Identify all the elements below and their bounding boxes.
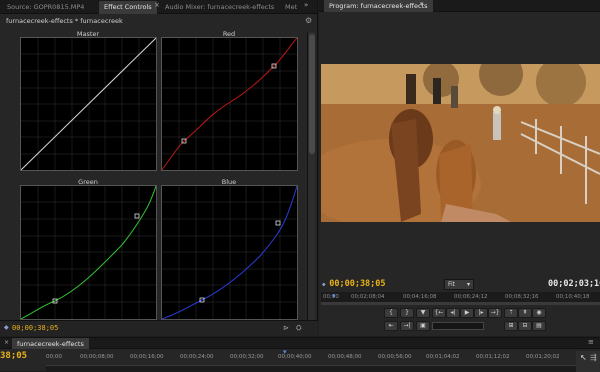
mark-out-button[interactable]: } [400,308,414,318]
playhead-icon[interactable]: ▾ [283,348,287,356]
go-to-in-button[interactable]: {← [432,308,446,318]
left-tab-bar: Source: GOPR0815.MP4 Effect Controls × A… [0,0,317,14]
go-to-out-button[interactable]: →} [488,308,502,318]
timeline-timecode[interactable]: 38;05 [0,351,27,361]
panel-menu-icon[interactable]: ≡ [588,338,594,346]
tools-panel: ↖ ⇶ [576,351,600,372]
program-scrub-bar[interactable] [321,302,600,305]
ruler-tick-label: 00;06;24;12 [454,294,488,300]
effect-controls-panel: Source: GOPR0815.MP4 Effect Controls × A… [0,0,318,336]
play-button[interactable]: ▶ [460,308,474,318]
close-icon[interactable]: × [4,339,9,346]
scroll-thumb[interactable] [309,34,315,154]
red-curve-svg[interactable] [161,37,298,171]
playhead-icon[interactable]: ▾ [332,292,336,300]
tab-timeline-sequence[interactable]: furnacecreek-effects [12,338,89,349]
ruler-tick-label: 00;00;32;00 [230,354,264,360]
zoom-fit-dropdown[interactable]: Fit ▾ [444,279,474,290]
program-tab-bar: Program: furnacecreek-effects ▾ [319,0,600,12]
ruler-tick-label: 00;00;48;00 [328,354,362,360]
ruler-tick-label: 00;08;32;16 [505,294,539,300]
overwrite-button[interactable]: ⊟ [518,321,532,331]
ruler-tick-label: 00;00;24;00 [180,354,214,360]
ruler-tick-label: 00;10;40;18 [556,294,590,300]
settings-icon[interactable]: ⛭ [296,324,302,333]
tab-program[interactable]: Program: furnacecreek-effects [324,0,433,12]
track-select-tool-icon[interactable]: ⇶ [590,353,597,362]
timeline-panel: × furnacecreek-effects ≡ 38;05 00;00 00;… [0,337,600,372]
step-forward-button[interactable]: |▸ [474,308,488,318]
selection-tool-icon[interactable]: ↖ [580,353,587,362]
ruler-tick-label: 00;00;56;00 [378,354,412,360]
blue-curve-graph[interactable] [161,185,298,320]
fit-label: Fit [448,281,456,288]
program-time-ruler[interactable]: 00;00 00;02;08;04 00;04;16;08 00;06;24;1… [321,292,600,302]
panel-options-icon[interactable]: ⚙ [305,16,312,25]
add-marker-button[interactable]: ▼ [416,308,430,318]
program-duration-timecode: 00;02;03;16 [548,279,600,289]
green-curve-line [20,185,157,320]
timeline-time-ruler[interactable]: 00;00 00;00;08;00 00;00;16;00 00;00;24;0… [46,354,576,364]
ruler-tick-label: 00;01;04;02 [426,354,460,360]
program-current-timecode-value: 00;00;38;05 [329,279,386,289]
play-in-to-out-button[interactable]: →| [400,321,414,331]
blue-curve-line [161,185,298,320]
red-curve-graph[interactable] [161,37,298,171]
mark-in-button[interactable]: { [384,308,398,318]
video-scene [321,64,600,222]
ruler-tick-label: 00;01;20;02 [526,354,560,360]
program-current-timecode[interactable]: ◆ 00;00;38;05 [322,279,386,289]
ruler-tick-label: 00;00 [46,354,62,360]
extract-button[interactable]: ⇞ [518,308,532,318]
effect-controls-footer: ◆ 00;00;38;05 ⊳ ⛭ [0,320,318,336]
ruler-tick-label: 00;04;16;08 [403,294,437,300]
green-curve-svg[interactable] [20,185,157,320]
close-icon[interactable]: × [154,1,160,9]
program-video-frame [321,64,600,222]
playhead-marker-icon: ◆ [4,324,9,331]
dropdown-arrow-icon[interactable]: ▾ [420,0,424,8]
jog-shuttle-slider[interactable] [432,322,484,330]
ruler-tick-label: 00;00 [323,294,339,300]
loop-button[interactable]: ⇤ [384,321,398,331]
tab-effect-controls[interactable]: Effect Controls [99,1,157,14]
master-curve-graph[interactable] [20,37,157,171]
export-frame-button[interactable]: ◉ [532,308,546,318]
breadcrumb: furnacecreek-effects * furnacecreek [6,17,123,25]
safe-margins-button[interactable]: ▣ [416,321,430,331]
ruler-tick-label: 00;01;12;02 [476,354,510,360]
lift-button[interactable]: ⇡ [504,308,518,318]
ruler-tick-label: 00;00;08;00 [80,354,114,360]
green-curve-graph[interactable] [20,185,157,320]
export-frame-icon[interactable]: ⊳ [283,324,289,332]
master-curve-svg[interactable] [20,37,157,171]
ruler-tick-label: 00;02;08;04 [351,294,385,300]
curve-point[interactable] [134,213,140,219]
step-back-button[interactable]: ◂| [446,308,460,318]
curve-point[interactable] [275,220,281,226]
insert-button[interactable]: ⊞ [504,321,518,331]
output-button[interactable]: ▤ [532,321,546,331]
ruler-tick-label: 00;00;16;00 [130,354,164,360]
vertical-scrollbar[interactable] [307,32,315,320]
tab-metadata[interactable]: Met [280,1,302,14]
blue-curve-svg[interactable] [161,185,298,320]
chevron-down-icon: ▾ [466,281,470,288]
panel-menu-arrow-icon[interactable]: » [304,1,308,9]
effect-controls-timecode[interactable]: 00;00;38;05 [12,324,58,332]
tab-source[interactable]: Source: GOPR0815.MP4 [2,1,89,14]
tab-audio-mixer[interactable]: Audio Mixer: furnacecreek-effects [160,1,279,14]
timeline-tab-bar: × furnacecreek-effects ≡ [0,338,600,349]
